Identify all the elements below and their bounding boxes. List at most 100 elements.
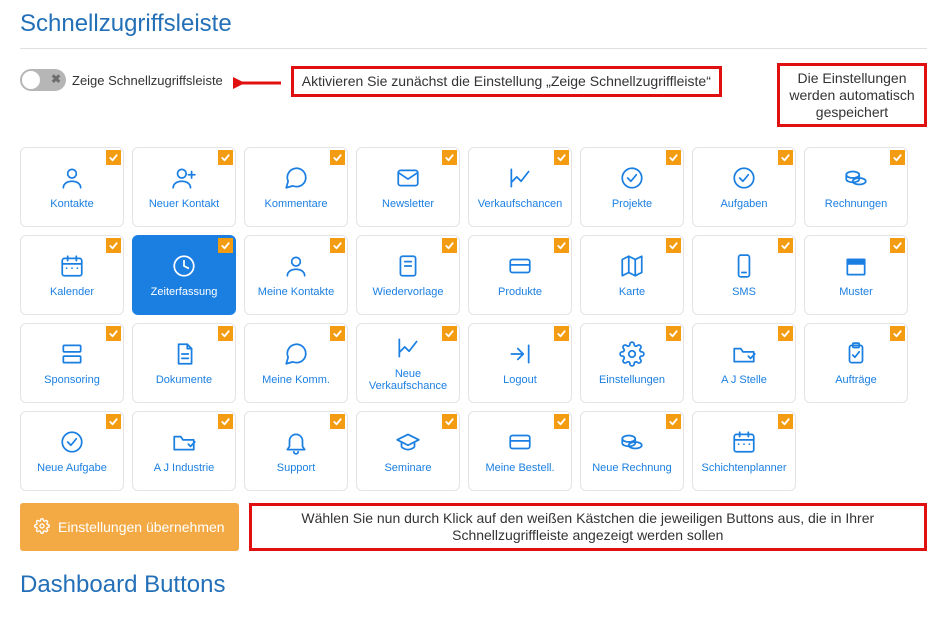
tile-checkbox[interactable]: [778, 326, 793, 341]
tile-label: A J Industrie: [150, 462, 219, 474]
tile-new-task[interactable]: Neue Aufgabe: [20, 411, 124, 491]
tile-checkbox[interactable]: [666, 238, 681, 253]
tile-checkbox[interactable]: [890, 326, 905, 341]
folder-icon: [730, 340, 758, 368]
tile-checkbox[interactable]: [890, 150, 905, 165]
tile-checkbox[interactable]: [778, 238, 793, 253]
tile-resubmission[interactable]: Wiedervorlage: [356, 235, 460, 315]
tile-checkbox[interactable]: [218, 150, 233, 165]
tile-checkbox[interactable]: [666, 150, 681, 165]
tile-checkbox[interactable]: [442, 326, 457, 341]
tile-invoices[interactable]: Rechnungen: [804, 147, 908, 227]
tile-seminars[interactable]: Seminare: [356, 411, 460, 491]
tile-my-comm[interactable]: Meine Komm.: [244, 323, 348, 403]
tile-label: Produkte: [494, 286, 546, 298]
tile-checkbox[interactable]: [442, 414, 457, 429]
tile-label: Kalender: [46, 286, 98, 298]
tile-label: Zeiterfassung: [147, 286, 222, 298]
card-icon: [506, 428, 534, 456]
toggle-label: Zeige Schnellzugriffsleiste: [72, 73, 223, 88]
divider: [20, 48, 927, 49]
tile-checkbox[interactable]: [330, 238, 345, 253]
tile-checkbox[interactable]: [442, 150, 457, 165]
close-icon: ✖: [51, 72, 61, 86]
tile-checkbox[interactable]: [218, 414, 233, 429]
tile-label: Meine Komm.: [258, 374, 334, 386]
tile-checkbox[interactable]: [106, 326, 121, 341]
tile-checkbox[interactable]: [778, 414, 793, 429]
tile-shift-planner[interactable]: Schichtenplanner: [692, 411, 796, 491]
apply-settings-button[interactable]: Einstellungen übernehmen: [20, 503, 239, 551]
tile-my-orders[interactable]: Meine Bestell.: [468, 411, 572, 491]
tile-label: Schichtenplanner: [697, 462, 790, 474]
tile-label: Neuer Kontakt: [145, 198, 223, 210]
tile-label: Seminare: [380, 462, 435, 474]
logout-icon: [506, 340, 534, 368]
tile-documents[interactable]: Dokumente: [132, 323, 236, 403]
tile-label: Verkaufschancen: [474, 198, 566, 210]
tile-label: Aufträge: [831, 374, 881, 386]
tile-checkbox[interactable]: [106, 150, 121, 165]
tile-checkbox[interactable]: [890, 238, 905, 253]
tile-comments[interactable]: Kommentare: [244, 147, 348, 227]
tile-projects[interactable]: Projekte: [580, 147, 684, 227]
tile-checkbox[interactable]: [666, 414, 681, 429]
tile-contacts[interactable]: Kontakte: [20, 147, 124, 227]
tile-label: Einstellungen: [595, 374, 669, 386]
tile-checkbox[interactable]: [106, 414, 121, 429]
tile-checkbox[interactable]: [554, 326, 569, 341]
envelope-icon: [394, 164, 422, 192]
tile-sms[interactable]: SMS: [692, 235, 796, 315]
tile-opportunities[interactable]: Verkaufschancen: [468, 147, 572, 227]
tile-new-contact[interactable]: Neuer Kontakt: [132, 147, 236, 227]
tile-label: Wiedervorlage: [369, 286, 448, 298]
tile-checkbox[interactable]: [106, 238, 121, 253]
tile-orders[interactable]: Aufträge: [804, 323, 908, 403]
tile-checkbox[interactable]: [330, 326, 345, 341]
show-quickaccess-toggle[interactable]: ✖: [20, 69, 66, 91]
tile-map[interactable]: Karte: [580, 235, 684, 315]
clock-icon: [170, 252, 198, 280]
tile-tasks[interactable]: Aufgaben: [692, 147, 796, 227]
tile-checkbox[interactable]: [554, 238, 569, 253]
tile-support[interactable]: Support: [244, 411, 348, 491]
tile-checkbox[interactable]: [330, 150, 345, 165]
tile-grid: Kontakte Neuer Kontakt Kommentare Newslette…: [20, 147, 927, 491]
bell-icon: [282, 428, 310, 456]
phone-icon: [730, 252, 758, 280]
tile-checkbox[interactable]: [330, 414, 345, 429]
tile-new-opportunity[interactable]: Neue Verkaufschance: [356, 323, 460, 403]
tile-aj-stelle[interactable]: A J Stelle: [692, 323, 796, 403]
tile-sponsoring[interactable]: Sponsoring: [20, 323, 124, 403]
tile-checkbox[interactable]: [666, 326, 681, 341]
tile-checkbox[interactable]: [778, 150, 793, 165]
tile-checkbox[interactable]: [218, 326, 233, 341]
tile-settings[interactable]: Einstellungen: [580, 323, 684, 403]
check-circle-icon: [730, 164, 758, 192]
tile-label: Support: [273, 462, 320, 474]
tile-checkbox[interactable]: [554, 414, 569, 429]
tile-my-contacts[interactable]: Meine Kontakte: [244, 235, 348, 315]
tile-aj-industrie[interactable]: A J Industrie: [132, 411, 236, 491]
card-icon: [506, 252, 534, 280]
graduation-icon: [394, 428, 422, 456]
tile-calendar[interactable]: Kalender: [20, 235, 124, 315]
coins-icon: [618, 428, 646, 456]
tile-checkbox[interactable]: [554, 150, 569, 165]
comment-icon: [282, 340, 310, 368]
tile-checkbox[interactable]: [442, 238, 457, 253]
tile-products[interactable]: Produkte: [468, 235, 572, 315]
coins-icon: [842, 164, 870, 192]
hint-activate: Aktivieren Sie zunächst die Einstellung …: [291, 66, 722, 97]
tile-templates[interactable]: Muster: [804, 235, 908, 315]
tile-logout[interactable]: Logout: [468, 323, 572, 403]
hint-select: Wählen Sie nun durch Klick auf den weiße…: [249, 503, 927, 551]
tile-newsletter[interactable]: Newsletter: [356, 147, 460, 227]
note-icon: [394, 252, 422, 280]
user-icon: [282, 252, 310, 280]
tile-label: A J Stelle: [717, 374, 771, 386]
tile-new-invoice[interactable]: Neue Rechnung: [580, 411, 684, 491]
tile-label: Newsletter: [378, 198, 438, 210]
tile-timetracking[interactable]: Zeiterfassung: [132, 235, 236, 315]
tile-checkbox[interactable]: [218, 238, 233, 253]
